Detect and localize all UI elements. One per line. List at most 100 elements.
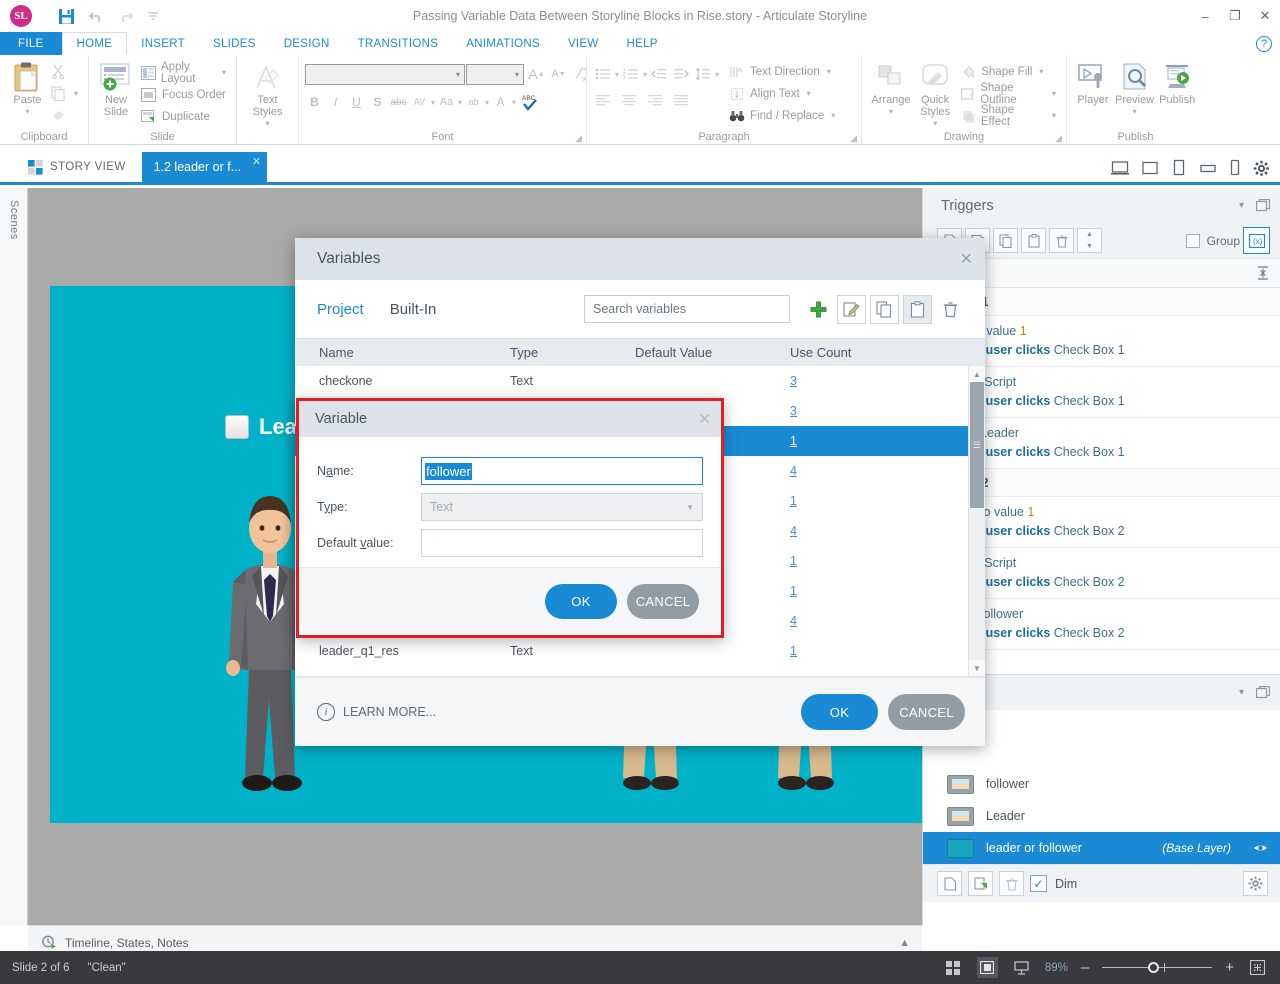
zoom-out-button[interactable]: – bbox=[1081, 959, 1089, 976]
group-toggle[interactable]: Group bbox=[1186, 234, 1240, 248]
find-replace-caret-icon[interactable]: ▾ bbox=[831, 111, 835, 120]
paragraph-dialog-launcher-icon[interactable]: ◢ bbox=[850, 133, 857, 144]
tab-built-in[interactable]: Built-In bbox=[390, 301, 437, 318]
redo-icon[interactable] bbox=[118, 9, 133, 23]
align-center-button[interactable] bbox=[619, 90, 639, 110]
checkbox-icon[interactable] bbox=[225, 415, 249, 439]
character-spacing-button[interactable]: AV bbox=[410, 92, 429, 113]
align-text-button[interactable]: Align Text ▾ bbox=[725, 83, 839, 104]
layers-panel-menu-icon[interactable]: ▾ bbox=[1239, 687, 1244, 698]
manage-variables-button[interactable]: (x) bbox=[1243, 227, 1270, 254]
shape-outline-button[interactable]: Shape Outline ▾ bbox=[956, 83, 1060, 104]
align-right-button[interactable] bbox=[645, 90, 665, 110]
bullets-caret-icon[interactable]: ▾ bbox=[615, 70, 619, 79]
align-left-button[interactable] bbox=[593, 90, 613, 110]
arrange-caret-icon[interactable]: ▾ bbox=[889, 107, 893, 116]
copy-button[interactable]: ▾ bbox=[47, 83, 82, 104]
edit-variable-icon[interactable] bbox=[837, 295, 866, 324]
decrease-indent-button[interactable] bbox=[649, 64, 669, 84]
duplicate-button[interactable]: Duplicate bbox=[137, 106, 230, 127]
underline-button[interactable]: U bbox=[347, 92, 366, 113]
variables-scrollbar[interactable]: ▲ ☰ ▼ bbox=[968, 366, 985, 676]
story-view-button[interactable]: STORY VIEW bbox=[0, 152, 142, 182]
variable-name-input[interactable]: follower bbox=[421, 457, 703, 485]
duplicate-layer-button[interactable] bbox=[968, 871, 993, 896]
desktop-icon[interactable] bbox=[1111, 160, 1129, 176]
move-trigger-spinner[interactable]: ▲ ▼ bbox=[1077, 228, 1102, 253]
text-highlight-button[interactable]: ab bbox=[464, 92, 483, 113]
variable-dialog-close-icon[interactable]: ✕ bbox=[698, 410, 711, 428]
timeline-collapse-icon[interactable]: ▲ bbox=[899, 937, 910, 949]
font-color-caret-icon[interactable]: ▾ bbox=[512, 98, 516, 107]
use-count-link[interactable]: 4 bbox=[790, 614, 797, 628]
delete-variable-icon[interactable] bbox=[936, 295, 965, 324]
focus-order-button[interactable]: Focus Order bbox=[137, 84, 230, 105]
chevron-down-icon[interactable]: ▼ bbox=[686, 503, 694, 512]
cut-button[interactable] bbox=[47, 61, 82, 82]
text-highlight-caret-icon[interactable]: ▾ bbox=[485, 98, 489, 107]
column-name[interactable]: Name bbox=[295, 345, 510, 360]
change-case-button[interactable]: Aa bbox=[437, 92, 456, 113]
new-layer-button[interactable] bbox=[937, 871, 962, 896]
bold-button[interactable]: B bbox=[305, 92, 324, 113]
use-count-link[interactable]: 3 bbox=[790, 404, 797, 418]
dim-checkbox[interactable]: ✓ bbox=[1030, 875, 1047, 892]
shape-fill-button[interactable]: Shape Fill ▾ bbox=[956, 61, 1060, 82]
use-count-link[interactable]: 4 bbox=[790, 524, 797, 538]
use-count-link[interactable]: 1 bbox=[790, 584, 797, 598]
zoom-slider-knob[interactable] bbox=[1148, 962, 1159, 973]
learn-more-link[interactable]: i LEARN MORE... bbox=[317, 703, 436, 721]
font-family-select[interactable]: ▾ bbox=[305, 64, 465, 85]
layers-panel-undock-icon[interactable] bbox=[1256, 686, 1270, 699]
tablet-portrait-icon[interactable] bbox=[1171, 159, 1187, 177]
character-spacing-caret-icon[interactable]: ▾ bbox=[431, 98, 435, 107]
use-count-link[interactable]: 1 bbox=[790, 554, 797, 568]
paste-variable-icon[interactable] bbox=[903, 295, 932, 324]
customize-qat-icon[interactable] bbox=[147, 10, 159, 22]
tablet-landscape-icon[interactable] bbox=[1141, 160, 1159, 176]
scroll-up-icon[interactable]: ▲ bbox=[969, 366, 985, 382]
slide-tab[interactable]: 1.2 leader or f... ✕ bbox=[142, 152, 268, 182]
text-direction-button[interactable]: A Text Direction ▾ bbox=[725, 61, 839, 82]
paste-trigger-button[interactable] bbox=[1021, 228, 1046, 253]
group-checkbox[interactable] bbox=[1186, 234, 1200, 248]
variables-ok-button[interactable]: OK bbox=[801, 694, 878, 730]
ribbon-tab-slides[interactable]: SLIDES bbox=[199, 32, 270, 55]
fit-to-window-icon[interactable] bbox=[1247, 957, 1268, 978]
layer-properties-gear-button[interactable] bbox=[1243, 871, 1268, 896]
maximize-button[interactable]: ❐ bbox=[1220, 0, 1250, 32]
gear-icon[interactable] bbox=[1253, 160, 1270, 177]
apply-layout-caret-icon[interactable]: ▾ bbox=[222, 68, 226, 77]
delete-layer-button[interactable] bbox=[999, 871, 1024, 896]
text-styles-button[interactable]: Text Styles ▾ bbox=[243, 58, 292, 128]
find-replace-button[interactable]: Find / Replace ▾ bbox=[725, 105, 839, 126]
use-count-link[interactable]: 1 bbox=[790, 494, 797, 508]
use-count-link[interactable]: 1 bbox=[790, 434, 797, 448]
text-styles-caret-icon[interactable]: ▾ bbox=[265, 119, 269, 128]
use-count-link[interactable]: 3 bbox=[790, 374, 797, 388]
variable-cancel-button[interactable]: CANCEL bbox=[627, 584, 699, 619]
use-count-link[interactable]: 4 bbox=[790, 464, 797, 478]
spell-check-button[interactable]: ABC bbox=[518, 92, 542, 113]
ribbon-tab-design[interactable]: DESIGN bbox=[270, 32, 344, 55]
arrange-button[interactable]: Arrange ▾ bbox=[868, 58, 914, 116]
drawing-dialog-launcher-icon[interactable]: ◢ bbox=[1055, 133, 1062, 144]
text-direction-caret-icon[interactable]: ▾ bbox=[827, 67, 831, 76]
collapse-all-icon[interactable] bbox=[1256, 266, 1270, 280]
align-text-caret-icon[interactable]: ▾ bbox=[807, 89, 811, 98]
shrink-font-button[interactable]: A▼ bbox=[549, 64, 568, 85]
format-painter-button[interactable] bbox=[47, 105, 82, 126]
copy-caret-icon[interactable]: ▾ bbox=[74, 89, 78, 98]
triggers-panel-undock-icon[interactable] bbox=[1256, 199, 1270, 212]
justify-button[interactable] bbox=[671, 90, 691, 110]
copy-variable-icon[interactable] bbox=[870, 295, 899, 324]
column-use-count[interactable]: Use Count bbox=[790, 345, 930, 360]
column-default-value[interactable]: Default Value bbox=[635, 345, 790, 360]
undo-icon[interactable] bbox=[89, 9, 104, 23]
presenter-view-icon[interactable] bbox=[1011, 957, 1032, 978]
ribbon-tab-transitions[interactable]: TRANSITIONS bbox=[344, 32, 453, 55]
variable-dialog[interactable]: Variable ✕ Name: follower Type: Text ▼ D… bbox=[296, 398, 724, 638]
scroll-down-icon[interactable]: ▼ bbox=[969, 660, 985, 676]
variables-dialog-close-icon[interactable]: ✕ bbox=[960, 249, 973, 269]
zoom-level[interactable]: 89% bbox=[1045, 962, 1068, 974]
